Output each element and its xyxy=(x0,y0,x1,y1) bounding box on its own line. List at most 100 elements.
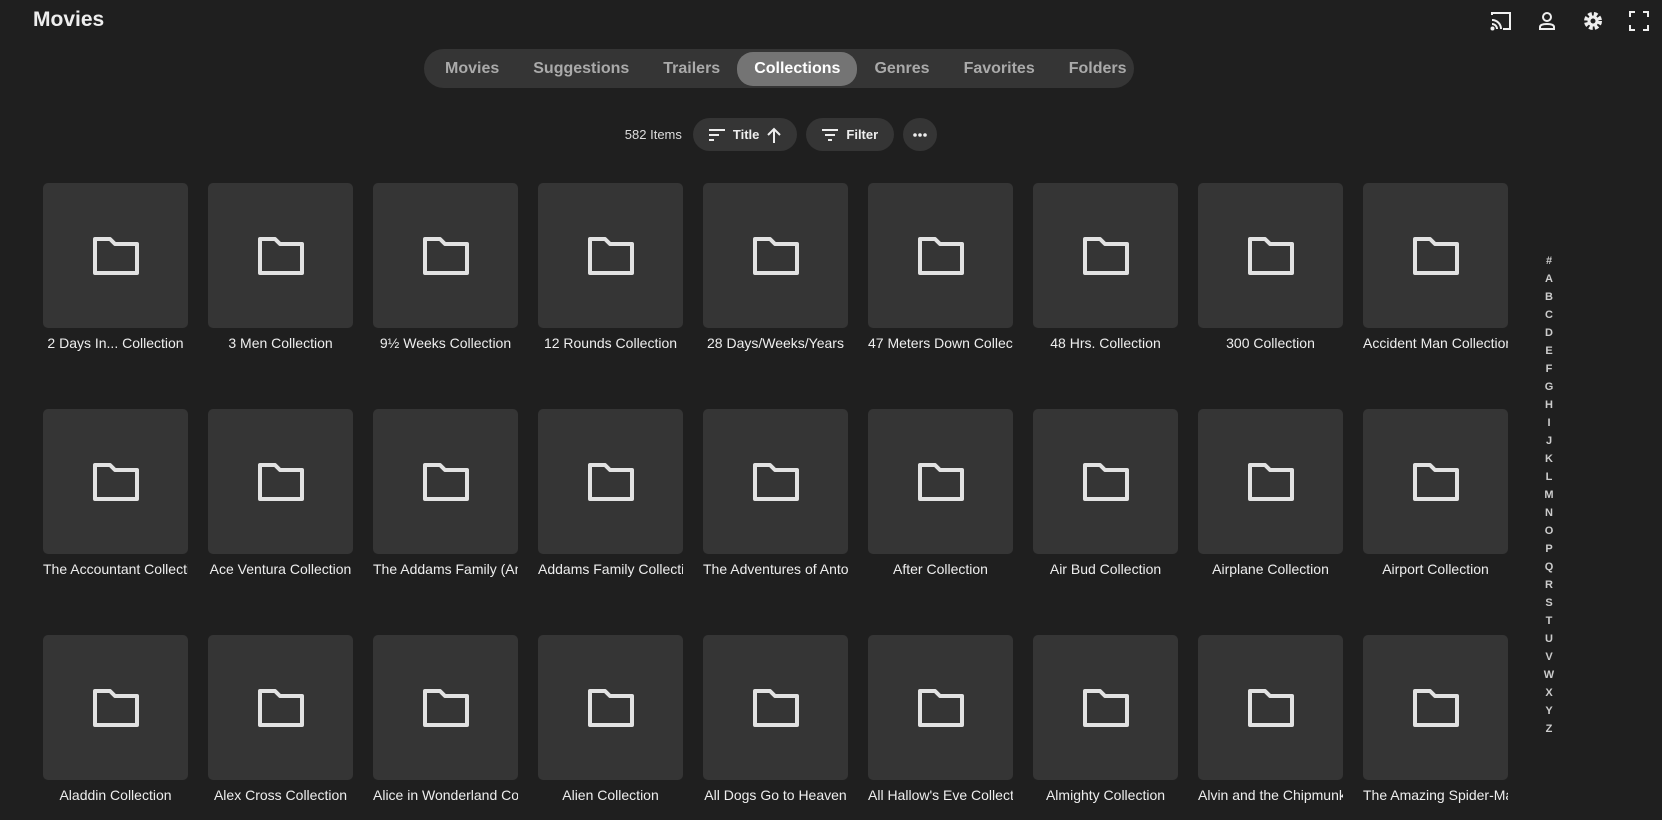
card-title[interactable]: Accident Man Collection xyxy=(1363,335,1508,351)
alphabet-letter[interactable]: L xyxy=(1540,468,1558,486)
card-thumbnail[interactable] xyxy=(208,409,353,554)
alphabet-letter[interactable]: W xyxy=(1540,666,1558,684)
card-title[interactable]: Alvin and the Chipmunks xyxy=(1198,787,1343,803)
alphabet-letter[interactable]: K xyxy=(1540,450,1558,468)
collection-card[interactable]: Alice in Wonderland Collection xyxy=(373,635,518,803)
card-title[interactable]: All Dogs Go to Heaven xyxy=(703,787,848,803)
card-title[interactable]: The Addams Family (Animated) Collection xyxy=(373,561,518,577)
tab-genres[interactable]: Genres xyxy=(857,52,946,86)
alphabet-letter[interactable]: N xyxy=(1540,504,1558,522)
card-thumbnail[interactable] xyxy=(1033,409,1178,554)
card-title[interactable]: The Accountant Collection xyxy=(43,561,188,577)
alphabet-letter[interactable]: U xyxy=(1540,630,1558,648)
alphabet-letter[interactable]: H xyxy=(1540,396,1558,414)
card-title[interactable]: 12 Rounds Collection xyxy=(538,335,683,351)
collection-card[interactable]: Addams Family Collection xyxy=(538,409,683,577)
alphabet-letter[interactable]: Z xyxy=(1540,720,1558,738)
card-thumbnail[interactable] xyxy=(43,183,188,328)
card-thumbnail[interactable] xyxy=(1198,409,1343,554)
settings-icon[interactable] xyxy=(1570,8,1616,34)
collection-card[interactable]: Alvin and the Chipmunks xyxy=(1198,635,1343,803)
card-title[interactable]: Aladdin Collection xyxy=(43,787,188,803)
card-thumbnail[interactable] xyxy=(868,409,1013,554)
tab-folders[interactable]: Folders xyxy=(1052,52,1144,86)
collection-card[interactable]: All Dogs Go to Heaven xyxy=(703,635,848,803)
alphabet-letter[interactable]: A xyxy=(1540,270,1558,288)
card-thumbnail[interactable] xyxy=(1033,183,1178,328)
user-icon[interactable] xyxy=(1524,8,1570,34)
card-thumbnail[interactable] xyxy=(208,183,353,328)
alphabet-letter[interactable]: B xyxy=(1540,288,1558,306)
alphabet-letter[interactable]: F xyxy=(1540,360,1558,378)
card-title[interactable]: 47 Meters Down Collection xyxy=(868,335,1013,351)
collection-card[interactable]: Almighty Collection xyxy=(1033,635,1178,803)
card-thumbnail[interactable] xyxy=(703,183,848,328)
card-thumbnail[interactable] xyxy=(1363,183,1508,328)
collection-card[interactable]: Air Bud Collection xyxy=(1033,409,1178,577)
alphabet-letter[interactable]: Q xyxy=(1540,558,1558,576)
card-title[interactable]: Addams Family Collection xyxy=(538,561,683,577)
fullscreen-icon[interactable] xyxy=(1616,8,1662,34)
alphabet-letter[interactable]: E xyxy=(1540,342,1558,360)
card-title[interactable]: 48 Hrs. Collection xyxy=(1033,335,1178,351)
card-thumbnail[interactable] xyxy=(43,409,188,554)
collection-card[interactable]: 48 Hrs. Collection xyxy=(1033,183,1178,351)
card-thumbnail[interactable] xyxy=(538,183,683,328)
collection-card[interactable]: Alien Collection xyxy=(538,635,683,803)
card-title[interactable]: Airplane Collection xyxy=(1198,561,1343,577)
tab-movies[interactable]: Movies xyxy=(428,52,516,86)
alphabet-letter[interactable]: M xyxy=(1540,486,1558,504)
card-thumbnail[interactable] xyxy=(703,409,848,554)
collection-card[interactable]: 28 Days/Weeks/Years xyxy=(703,183,848,351)
collection-card[interactable]: After Collection xyxy=(868,409,1013,577)
tab-favorites[interactable]: Favorites xyxy=(947,52,1052,86)
alphabet-letter[interactable]: O xyxy=(1540,522,1558,540)
card-title[interactable]: Alex Cross Collection xyxy=(208,787,353,803)
collection-card[interactable]: 12 Rounds Collection xyxy=(538,183,683,351)
card-title[interactable]: Ace Ventura Collection xyxy=(208,561,353,577)
alphabet-letter[interactable]: J xyxy=(1540,432,1558,450)
card-thumbnail[interactable] xyxy=(1363,635,1508,780)
card-title[interactable]: Almighty Collection xyxy=(1033,787,1178,803)
card-title[interactable]: 28 Days/Weeks/Years xyxy=(703,335,848,351)
collection-card[interactable]: 9½ Weeks Collection xyxy=(373,183,518,351)
alphabet-letter[interactable]: # xyxy=(1540,252,1558,270)
card-thumbnail[interactable] xyxy=(538,635,683,780)
cast-icon[interactable] xyxy=(1478,8,1524,34)
alphabet-letter[interactable]: D xyxy=(1540,324,1558,342)
card-thumbnail[interactable] xyxy=(538,409,683,554)
collection-card[interactable]: All Hallow's Eve Collection xyxy=(868,635,1013,803)
more-button[interactable] xyxy=(903,118,938,151)
card-thumbnail[interactable] xyxy=(1198,183,1343,328)
alphabet-letter[interactable]: V xyxy=(1540,648,1558,666)
collection-card[interactable]: The Addams Family (Animated) Collection xyxy=(373,409,518,577)
collection-card[interactable]: Accident Man Collection xyxy=(1363,183,1508,351)
card-thumbnail[interactable] xyxy=(868,635,1013,780)
collection-card[interactable]: 2 Days In... Collection xyxy=(43,183,188,351)
collection-card[interactable]: 47 Meters Down Collection xyxy=(868,183,1013,351)
card-thumbnail[interactable] xyxy=(1198,635,1343,780)
card-title[interactable]: The Adventures of Antoine Doinel xyxy=(703,561,848,577)
tab-collections[interactable]: Collections xyxy=(737,51,858,86)
alphabet-letter[interactable]: R xyxy=(1540,576,1558,594)
card-title[interactable]: After Collection xyxy=(868,561,1013,577)
collection-card[interactable]: Ace Ventura Collection xyxy=(208,409,353,577)
alphabet-letter[interactable]: G xyxy=(1540,378,1558,396)
card-thumbnail[interactable] xyxy=(373,183,518,328)
card-thumbnail[interactable] xyxy=(43,635,188,780)
collection-card[interactable]: Aladdin Collection xyxy=(43,635,188,803)
card-title[interactable]: 2 Days In... Collection xyxy=(43,335,188,351)
card-thumbnail[interactable] xyxy=(208,635,353,780)
alphabet-letter[interactable]: Y xyxy=(1540,702,1558,720)
filter-button[interactable]: Filter xyxy=(806,118,895,151)
tab-suggestions[interactable]: Suggestions xyxy=(516,52,646,86)
card-title[interactable]: The Amazing Spider-Man xyxy=(1363,787,1508,803)
card-title[interactable]: All Hallow's Eve Collection xyxy=(868,787,1013,803)
collection-card[interactable]: Airplane Collection xyxy=(1198,409,1343,577)
card-thumbnail[interactable] xyxy=(1033,635,1178,780)
card-title[interactable]: Alien Collection xyxy=(538,787,683,803)
card-title[interactable]: 300 Collection xyxy=(1198,335,1343,351)
card-thumbnail[interactable] xyxy=(703,635,848,780)
card-thumbnail[interactable] xyxy=(1363,409,1508,554)
alphabet-letter[interactable]: C xyxy=(1540,306,1558,324)
